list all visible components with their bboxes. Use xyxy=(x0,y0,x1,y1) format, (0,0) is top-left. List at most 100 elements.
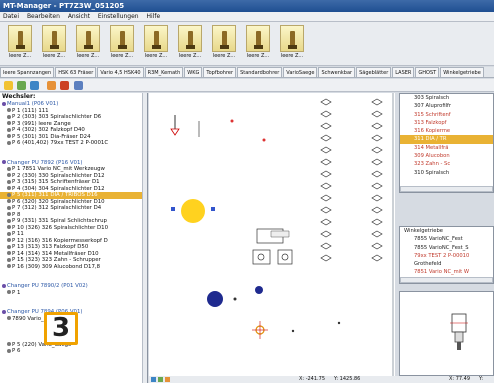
tool-marker xyxy=(171,207,175,211)
save-icon[interactable] xyxy=(74,81,83,90)
spindle-arrow xyxy=(170,128,180,136)
slot-icon xyxy=(7,336,11,340)
tool-button-3[interactable]: leere Z... xyxy=(72,25,104,63)
tool-holder-icon xyxy=(8,25,32,52)
changer-slot-row[interactable]: P 6 xyxy=(0,348,147,355)
slot-icon xyxy=(7,199,11,203)
tab-saegeblaetter[interactable]: Sägeblätter xyxy=(356,67,392,77)
tool-list-item[interactable]: 303 Spiralsch xyxy=(400,94,493,102)
slot-icon xyxy=(7,186,11,190)
slot-icon xyxy=(7,173,11,177)
tool-list-item-label: 313 Falzkopf xyxy=(414,119,447,126)
tool-button-2[interactable]: leere Z... xyxy=(38,25,70,63)
aggregate-list-item[interactable]: 79xx TEST 2 P-00010 xyxy=(400,252,493,260)
tool-button-5[interactable]: leere Z... xyxy=(140,25,172,63)
menu-einstellungen[interactable]: Einstellungen xyxy=(98,13,139,20)
tool-button-8[interactable]: leere Z... xyxy=(242,25,274,63)
action-icon-row xyxy=(0,79,494,92)
toolbar: leere Z... leere Z... leere Z... leere Z… xyxy=(0,22,494,66)
changer-icon xyxy=(2,283,6,288)
aggregate-list-h-scrollbar[interactable] xyxy=(400,277,493,283)
tool-list-item[interactable]: 323 Zahn - Sc xyxy=(400,160,493,168)
tool-list-item[interactable]: 313 Falzkopf xyxy=(400,119,493,127)
tool-button-9[interactable]: leere Z... xyxy=(276,25,308,63)
tab-topfbohrer[interactable]: Topfbohrer xyxy=(203,67,237,77)
tool-add-icon[interactable] xyxy=(4,81,13,90)
fit-icon[interactable] xyxy=(165,377,170,382)
tab-hsk63[interactable]: HSK 63 Fräser xyxy=(55,67,97,77)
window-title: MT-Manager - PT7Z3W_051205 xyxy=(0,0,494,12)
status-bar: X: -241.75 Y: 1425.86 X: 77.49 Y: xyxy=(149,376,494,383)
aggregate-list-item-label: Grothefeld xyxy=(414,261,442,268)
tool-holder-icon xyxy=(280,25,304,52)
tab-ghost[interactable]: GHOST xyxy=(415,67,440,77)
aggregate-list-item[interactable]: 7851 Vario NC_mit W xyxy=(400,268,493,276)
tool-list-item[interactable]: 309 Alucobon xyxy=(400,152,493,160)
position-dot xyxy=(337,321,341,325)
tool-list-item[interactable]: 315 Schriftenf xyxy=(400,111,493,119)
aggregate-list-item[interactable]: Grothefeld xyxy=(400,260,493,268)
tab-winkelgetriebe[interactable]: Winkelgetriebe xyxy=(440,67,484,77)
tool-list: 303 Spiralsch 307 Aluprofilfr 315 Schrifte… xyxy=(400,94,493,177)
changer-row-label: P 6 xyxy=(12,348,21,354)
tool-button-4[interactable]: leere Z... xyxy=(106,25,138,63)
slot-icon xyxy=(7,244,11,249)
tool-list-h-scrollbar[interactable] xyxy=(400,186,493,192)
tool-list-item-label: 310 Spiralsch xyxy=(414,169,450,176)
slot-icon xyxy=(7,147,11,151)
menu-datei[interactable]: Datei xyxy=(3,13,19,20)
menu-bearbeiten[interactable]: Bearbeiten xyxy=(27,13,60,20)
view-icon[interactable] xyxy=(151,377,156,382)
slot-icon xyxy=(7,231,11,236)
tool-button-6[interactable]: leere Z... xyxy=(174,25,206,63)
changer-row-label: Changer PU 7892 (P16 V01) xyxy=(7,159,83,166)
aggregate-shaft xyxy=(270,230,290,238)
tool-button-7[interactable]: leere Z... xyxy=(208,25,240,63)
menu-ansicht[interactable]: Ansicht xyxy=(68,13,90,20)
slot-icon xyxy=(7,251,11,255)
machine-layout-canvas[interactable] xyxy=(149,93,395,376)
tool-button-1[interactable]: leere Z... xyxy=(4,25,36,63)
aggregate-list-item[interactable]: 7855 VarioNC_Fest_S xyxy=(400,244,493,252)
drill-tool-disc xyxy=(207,291,223,307)
changer-row-label: P 7 (312) 312 Spiralschlichter D4 xyxy=(12,205,102,211)
menu-hilfe[interactable]: Hilfe xyxy=(147,13,161,20)
tool-list-item[interactable]: 310 Spiralsch xyxy=(400,169,493,177)
slot-icon xyxy=(7,264,11,268)
tool-list-item[interactable]: 307 Aluprofilfr xyxy=(400,102,493,110)
tab-wkg[interactable]: WKG xyxy=(184,67,203,77)
aggregate-list-item[interactable]: Winkelgetriebe xyxy=(400,227,493,235)
tool-list-item[interactable]: 316 Kopierme xyxy=(400,127,493,135)
changer-row-label: P 13 (313) 313 Falzkopf D50 xyxy=(12,244,89,250)
changer-row-label: P 6 (401,402) 79xx TEST 2 P-0001C xyxy=(12,140,109,146)
tab-vario-hsk40[interactable]: Vario 4,5 HSK40 xyxy=(97,67,144,77)
aggregate-preview xyxy=(399,291,494,376)
changer-tree-title: Wechsler: xyxy=(2,93,36,100)
tool-holder-icon xyxy=(110,25,134,52)
changer-row-label: P 10 (326) 326 Spiralschlichter D10 xyxy=(12,224,109,231)
tool-config-icon[interactable] xyxy=(47,81,56,90)
tool-list-item-label: 303 Spiralsch xyxy=(414,95,450,101)
aggregate-list-item[interactable]: 7855 VarioNC_Fest xyxy=(400,235,493,243)
tool-move-icon[interactable] xyxy=(17,81,26,90)
changer-row-label: P 5 (301) 301 Dia-Fräser D24 xyxy=(12,133,91,140)
tool-list-item[interactable]: 311 DIA / TR xyxy=(400,135,493,144)
tool-holder-icon xyxy=(42,25,66,52)
tool-list-item-label: 309 Alucobon xyxy=(414,153,450,160)
tab-leere-spannzangen[interactable]: leere Spannzangen xyxy=(0,67,55,77)
tab-variosaege[interactable]: VarioSaege xyxy=(283,67,318,77)
tool-delete-icon[interactable] xyxy=(60,81,69,90)
tab-schwenkbar[interactable]: Schwenkbar xyxy=(318,67,356,77)
tool-list-item[interactable]: 314 Metallfrä xyxy=(400,144,493,152)
tab-r3m[interactable]: R3M_Kemath xyxy=(144,67,184,77)
slot-icon xyxy=(7,205,11,210)
tool-swap-icon[interactable] xyxy=(30,81,39,90)
changer-tree-scrollbar[interactable] xyxy=(142,93,147,383)
slot-icon xyxy=(7,154,11,158)
tool-list-top: 303 Spiralsch 307 Aluprofilfr 315 Schrifte… xyxy=(399,93,494,193)
tab-laser[interactable]: LASER xyxy=(392,67,415,77)
zoom-icon[interactable] xyxy=(158,377,163,382)
tool-list-item-label: 316 Kopierme xyxy=(414,128,451,135)
changer-row-label: P 12 (316) 316 Kopiermesserkopf D xyxy=(12,237,108,244)
tab-standardbohrer[interactable]: Standardbohrer xyxy=(237,67,283,77)
